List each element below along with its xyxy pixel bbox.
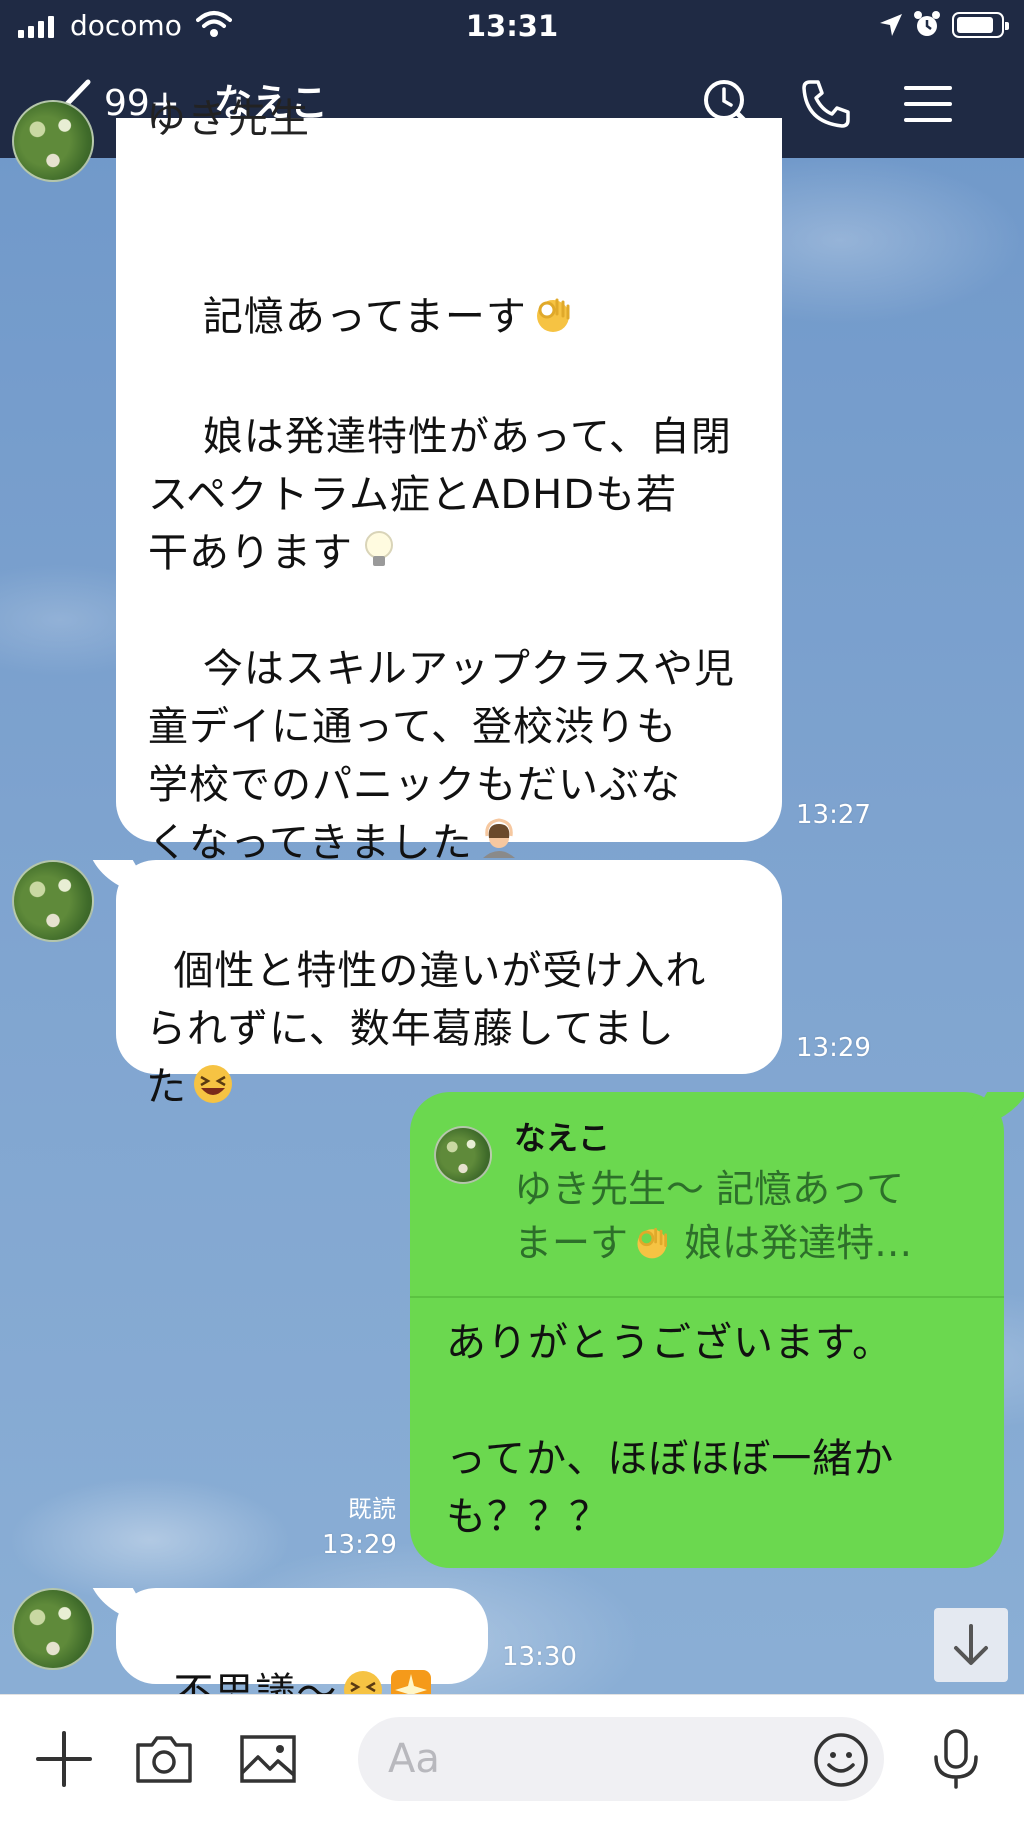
status-bar: docomo 13:31 bbox=[0, 0, 1024, 52]
sender-avatar[interactable] bbox=[12, 1588, 94, 1670]
image-icon[interactable] bbox=[236, 1727, 300, 1791]
quoted-sender-name: なえこ bbox=[514, 1119, 611, 1157]
message-bubble-received[interactable]: 個性と特性の違いが受け入れ られずに、数年葛藤してまし た bbox=[116, 860, 782, 1110]
read-receipt: 既読 bbox=[348, 1495, 396, 1523]
message-paragraph-2: 娘は発達特性があって、自閉 スペクトラム症とADHDも若 干あります bbox=[148, 414, 732, 576]
menu-icon[interactable] bbox=[900, 76, 956, 132]
camera-icon[interactable] bbox=[132, 1727, 196, 1791]
message-time: 13:30 bbox=[502, 1642, 577, 1672]
clock: 13:31 bbox=[465, 9, 559, 43]
sender-avatar[interactable] bbox=[12, 860, 94, 942]
phone-icon[interactable] bbox=[798, 76, 854, 132]
scroll-to-bottom-button[interactable] bbox=[934, 1608, 1008, 1682]
light-bulb-emoji-icon bbox=[365, 531, 393, 566]
ok-hand-emoji-icon bbox=[536, 298, 570, 332]
message-input-bar bbox=[0, 1694, 1024, 1821]
message-time: 13:29 bbox=[322, 1530, 397, 1560]
message-bubble-received[interactable]: 不思議〜 bbox=[116, 1588, 488, 1716]
ok-hand-emoji-icon bbox=[637, 1227, 668, 1259]
plus-icon[interactable] bbox=[32, 1727, 96, 1791]
quoted-message-preview[interactable]: ゆき先生〜 記憶あって まーす 娘は発達特… bbox=[514, 1162, 964, 1270]
smile-icon[interactable] bbox=[812, 1731, 870, 1789]
message-paragraph-1: 記憶あってまーす bbox=[202, 294, 527, 340]
sender-avatar[interactable] bbox=[12, 100, 94, 182]
arrow-down-icon bbox=[954, 1624, 988, 1665]
quoted-text-part-2: 娘は発達特… bbox=[672, 1221, 913, 1265]
message-bubble-received[interactable]: ゆき先生 記憶あってまーす 娘は発達特性があって、自閉 スペクトラム症とADHD… bbox=[116, 96, 782, 866]
quote-divider bbox=[410, 1296, 1004, 1298]
person-gesturing-ok-emoji-icon bbox=[482, 818, 515, 858]
grinning-squinting-emoji-icon bbox=[194, 1065, 232, 1103]
microphone-icon[interactable] bbox=[924, 1727, 988, 1791]
alarm-icon bbox=[914, 11, 940, 36]
message-time: 13:29 bbox=[796, 1033, 871, 1063]
message-paragraph-3: 今はスキルアップクラスや児 童デイに通って、登校渋りも 学校でのパニックもだいぶ… bbox=[148, 646, 736, 866]
message-time: 13:27 bbox=[796, 800, 871, 830]
quoted-sender-avatar bbox=[434, 1126, 492, 1184]
location-icon bbox=[880, 14, 902, 36]
message-partial-line: ゆき先生 bbox=[146, 96, 310, 142]
battery-icon bbox=[952, 12, 1009, 38]
message-input[interactable] bbox=[358, 1717, 884, 1801]
message-text: ありがとうございます。 ってか、ほぼほぼ一緒か も？？？ bbox=[446, 1320, 895, 1540]
